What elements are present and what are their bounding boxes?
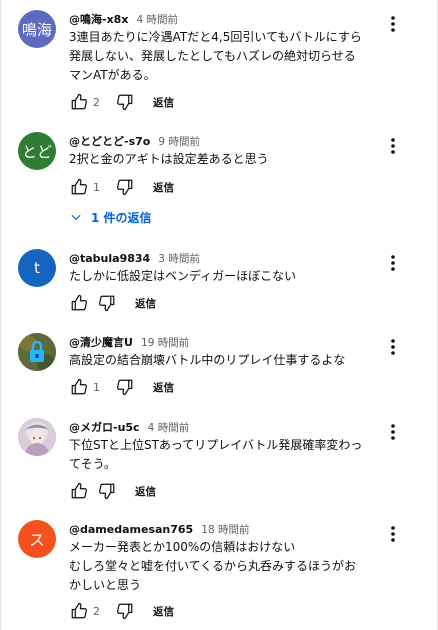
- comments-panel: 鳴海 @鳴海-x8x 4 時間前 3連目あたりに冷遇ATだと4,5回引いてもバト…: [0, 0, 438, 630]
- avatar[interactable]: t: [18, 249, 56, 287]
- more-actions-icon[interactable]: [383, 14, 403, 34]
- reply-button[interactable]: 返信: [153, 180, 174, 195]
- avatar[interactable]: とど: [18, 132, 56, 170]
- like-count: 2: [93, 604, 100, 618]
- comment-author[interactable]: @鳴海-x8x: [69, 13, 128, 26]
- reply-button[interactable]: 返信: [153, 380, 174, 395]
- dislike-icon[interactable]: [115, 377, 135, 397]
- avatar-text: とど: [21, 142, 52, 161]
- reply-button[interactable]: 返信: [135, 484, 156, 499]
- view-replies-button[interactable]: 1 件の返信: [69, 207, 152, 227]
- reply-button[interactable]: 返信: [153, 604, 174, 619]
- avatar-text: 鳴海: [21, 20, 52, 39]
- avatar[interactable]: 鳴海: [18, 10, 56, 48]
- like-icon[interactable]: [69, 92, 89, 112]
- more-actions-icon[interactable]: [383, 422, 403, 442]
- like-icon[interactable]: [69, 293, 89, 313]
- more-actions-icon[interactable]: [383, 524, 403, 544]
- comment-author[interactable]: @tabula9834: [69, 252, 150, 265]
- comment-time[interactable]: 4 時間前: [148, 422, 190, 434]
- comment-time[interactable]: 19 時間前: [141, 337, 189, 349]
- comment-time[interactable]: 9 時間前: [158, 136, 200, 148]
- comment-text: たしかに低設定はベンディガーほぼこない: [69, 269, 297, 283]
- like-count: 1: [93, 380, 100, 394]
- comment-text: 2択と金のアギトは設定差あると思う: [69, 152, 269, 166]
- like-icon[interactable]: [69, 177, 89, 197]
- comment-text: メーカー発表とか100%の信頼はおけない むしろ堂々と嘘を付いてくるから丸呑みす…: [69, 540, 357, 592]
- like-icon[interactable]: [69, 601, 89, 621]
- comment-text: 高設定の結合崩壊バトル中のリプレイ仕事するよな: [69, 353, 346, 367]
- anime-character-avatar-icon: [18, 418, 56, 456]
- more-actions-icon[interactable]: [383, 337, 403, 357]
- comment-text: 下位STと上位STあってリプレイバトル発展確率変わっ てそう。: [69, 438, 363, 471]
- chevron-down-icon: [71, 214, 81, 221]
- reply-button[interactable]: 返信: [135, 296, 156, 311]
- avatar[interactable]: [18, 333, 56, 371]
- like-icon[interactable]: [69, 377, 89, 397]
- dislike-icon[interactable]: [97, 481, 117, 501]
- dislike-icon[interactable]: [115, 92, 135, 112]
- avatar[interactable]: ス: [18, 520, 56, 558]
- comment-author[interactable]: @damedamesan765: [69, 523, 193, 536]
- dislike-icon[interactable]: [97, 293, 117, 313]
- dislike-icon[interactable]: [115, 177, 135, 197]
- comment-author[interactable]: @清少魔言U: [69, 336, 133, 349]
- dislike-icon[interactable]: [115, 601, 135, 621]
- more-actions-icon[interactable]: [383, 136, 403, 156]
- more-actions-icon[interactable]: [383, 253, 403, 273]
- comment-time[interactable]: 4 時間前: [137, 14, 179, 26]
- comment-author[interactable]: @メガロ-u5c: [69, 421, 140, 434]
- comment-time[interactable]: 3 時間前: [158, 253, 200, 265]
- lock-icon: [18, 333, 56, 371]
- comment-time[interactable]: 18 時間前: [201, 524, 249, 536]
- avatar-text: t: [34, 259, 40, 277]
- like-count: 2: [93, 95, 100, 109]
- like-icon[interactable]: [69, 481, 89, 501]
- comment-text: 3連目あたりに冷遇ATだと4,5回引いてもバトルにすら 発展しない、発展したとし…: [69, 30, 362, 82]
- reply-button[interactable]: 返信: [153, 95, 174, 110]
- replies-count-label: 1 件の返信: [91, 210, 152, 225]
- comment-author[interactable]: @とどとど-s7o: [69, 135, 150, 148]
- avatar[interactable]: [18, 418, 56, 456]
- like-count: 1: [93, 180, 100, 194]
- avatar-text: ス: [29, 530, 45, 549]
